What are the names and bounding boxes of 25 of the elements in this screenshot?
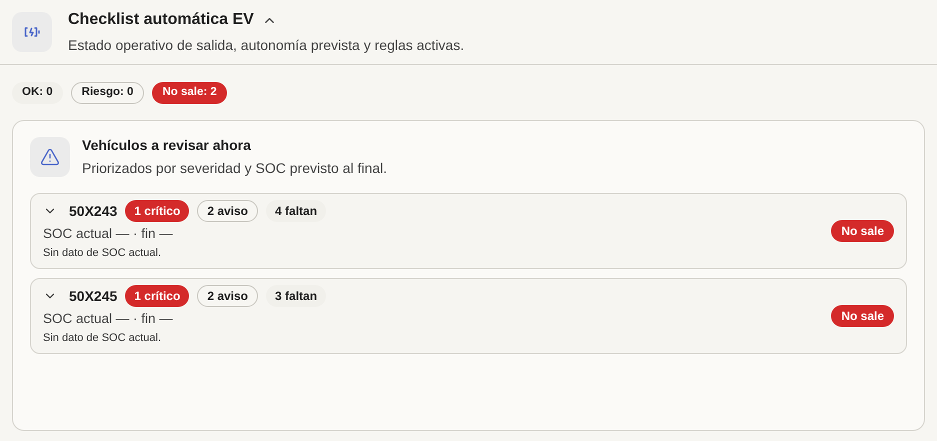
status-badge: 4 faltan xyxy=(266,200,326,222)
vehicle-id: 50X243 xyxy=(69,202,118,221)
charging-battery-icon xyxy=(23,26,41,38)
soc-reading: SOC actual — · fin — xyxy=(43,225,174,244)
soc-reading: SOC actual — · fin — xyxy=(43,310,174,328)
status-badge: OK: 0 xyxy=(12,82,63,104)
vehicle-note: Sin dato de SOC actual. xyxy=(43,331,162,346)
status-badge: No sale xyxy=(831,305,894,327)
status-badge: 2 aviso xyxy=(197,285,258,308)
vehicle-row[interactable]: 50X243 1 crítico 2 aviso 4 faltan SOC actual — · fin — Sin dato de SOC actual. No sale xyxy=(30,193,907,269)
card-subtitle: Priorizados por severidad y SOC previsto al final. xyxy=(82,159,388,178)
status-badge: 1 crítico xyxy=(125,200,190,222)
vehicle-row[interactable]: 50X245 1 crítico 2 aviso 3 faltan SOC actual — · fin — Sin dato de SOC actual. No sale xyxy=(30,278,907,354)
status-badge: Riesgo: 0 xyxy=(70,82,144,104)
section-title: Checklist automática EV xyxy=(68,10,254,30)
status-badge: No sale xyxy=(831,220,894,242)
vehicle-id: 50X245 xyxy=(69,286,118,306)
warning-icon xyxy=(40,147,60,167)
section-subtitle: Estado operativo de salida, autonomía prevista y reglas activas. xyxy=(68,36,464,55)
status-badge: 3 faltan xyxy=(266,285,326,308)
vehicle-note: Sin dato de SOC actual. xyxy=(43,246,162,262)
status-badge: No sale: 2 xyxy=(152,82,227,104)
status-badge: 2 aviso xyxy=(197,200,258,222)
card-title: Vehículos a revisar ahora xyxy=(82,136,252,155)
status-badge: 1 crítico xyxy=(125,285,190,308)
